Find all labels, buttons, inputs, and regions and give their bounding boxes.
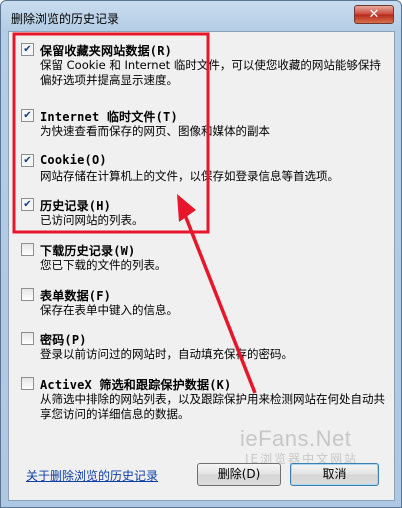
cancel-button[interactable]: 取消 bbox=[290, 463, 379, 486]
option-title: 表单数据(F) bbox=[40, 289, 112, 303]
option-title: Internet 临时文件(T) bbox=[40, 110, 178, 124]
checkbox-preserve-favorites[interactable]: ✔ bbox=[21, 43, 34, 56]
option-description: 已访问网站的列表。 bbox=[40, 213, 144, 227]
checkbox-activex-tracking[interactable] bbox=[21, 377, 34, 390]
window-title: 删除浏览的历史记录 bbox=[11, 12, 120, 26]
checkbox-form-data[interactable] bbox=[21, 288, 34, 301]
option-description: 为快速查看而保存的网页、图像和媒体的副本 bbox=[40, 124, 270, 138]
checkbox-download-history[interactable] bbox=[21, 243, 34, 256]
option-title: 密码(P) bbox=[40, 333, 87, 347]
checkbox-temp-files[interactable]: ✔ bbox=[21, 109, 34, 122]
option-title: Cookie(O) bbox=[40, 153, 107, 167]
option-description: 您已下载的文件的列表。 bbox=[40, 258, 167, 272]
about-delete-history-link[interactable]: 关于删除浏览的历史记录 bbox=[26, 467, 158, 484]
option-description: 登录以前访问过的网站时，自动填充保存的密码。 bbox=[40, 347, 293, 361]
option-description: 网站存储在计算机上的文件，以保存如登录信息等首选项。 bbox=[40, 169, 339, 183]
option-title: 保留收藏夹网站数据(R) bbox=[40, 44, 173, 58]
title-bar[interactable]: 删除浏览的历史记录 ✕ bbox=[1, 1, 401, 33]
option-description: 保留 Cookie 和 Internet 临时文件，可以使您收藏的网站能够保持偏… bbox=[40, 58, 381, 87]
option-title: 历史记录(H) bbox=[40, 199, 112, 213]
option-title: 下载历史记录(W) bbox=[40, 244, 136, 258]
checkbox-passwords[interactable] bbox=[21, 332, 34, 345]
watermark-logo: ieFans.Net bbox=[240, 426, 352, 451]
checkbox-history[interactable]: ✔ bbox=[21, 198, 34, 211]
option-description: 从筛选中排除的网站列表，以及跟踪保护用来检测网站在何处自动共享您访问的详细信息的… bbox=[40, 392, 385, 421]
option-title: ActiveX 筛选和跟踪保护数据(K) bbox=[40, 378, 232, 392]
option-description: 保存在表单中键入的信息。 bbox=[40, 303, 178, 317]
close-button[interactable]: ✕ bbox=[354, 5, 394, 24]
checkbox-cookies[interactable]: ✔ bbox=[21, 154, 34, 167]
delete-button[interactable]: 删除(D) bbox=[197, 463, 281, 486]
